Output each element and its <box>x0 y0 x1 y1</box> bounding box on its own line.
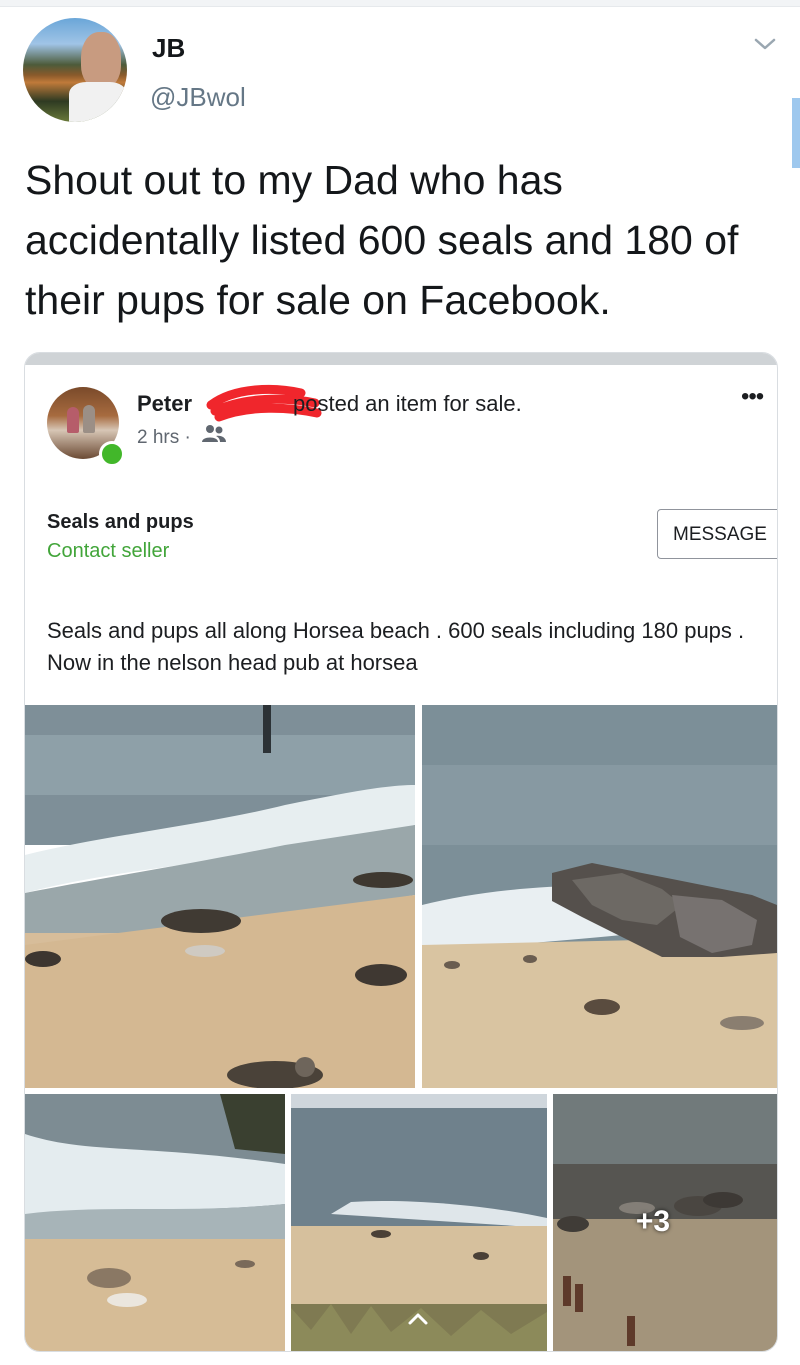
post-time[interactable]: 2 hrs · <box>137 427 191 449</box>
item-description: Seals and pups all along Horsea beach . … <box>47 618 745 675</box>
listing-photo[interactable]: +3 <box>553 1094 777 1351</box>
avatar-person <box>67 407 79 433</box>
more-options-icon[interactable]: ••• <box>741 383 764 411</box>
card-top-bar <box>25 353 777 365</box>
message-button[interactable]: MESSAGE <box>657 509 777 559</box>
author-handle[interactable]: @JBwol <box>150 82 246 113</box>
avatar-face <box>81 32 121 88</box>
beach-photo <box>25 1094 285 1351</box>
contact-seller-link[interactable]: Contact seller <box>47 540 169 563</box>
poster-name[interactable]: Peter <box>137 391 192 417</box>
listing-photo[interactable] <box>422 705 777 1088</box>
listing-photo[interactable] <box>25 705 415 1088</box>
listing-photo[interactable] <box>291 1094 547 1351</box>
avatar-shirt <box>69 82 127 122</box>
beach-photo <box>25 705 415 1088</box>
avatar-person <box>83 405 95 433</box>
more-photos-count[interactable]: +3 <box>636 1205 670 1239</box>
online-status-dot <box>99 441 125 467</box>
post-action-text: posted an item for sale. <box>293 391 522 416</box>
tweet-text: Shout out to my Dad who has accidentally… <box>25 157 739 323</box>
author-avatar[interactable] <box>23 18 127 122</box>
beach-photo <box>422 705 777 1088</box>
top-border <box>0 0 800 7</box>
scroll-indicator <box>792 98 800 168</box>
author-name[interactable]: JB <box>152 33 185 64</box>
embedded-image-card[interactable]: Peter posted an item for sale. 2 hrs · •… <box>24 352 778 1352</box>
item-title: Seals and pups <box>47 511 194 533</box>
listing-photo[interactable] <box>25 1094 285 1351</box>
chevron-down-icon[interactable] <box>752 34 778 54</box>
friends-icon <box>202 425 226 442</box>
chevron-up-icon[interactable] <box>405 1310 431 1328</box>
